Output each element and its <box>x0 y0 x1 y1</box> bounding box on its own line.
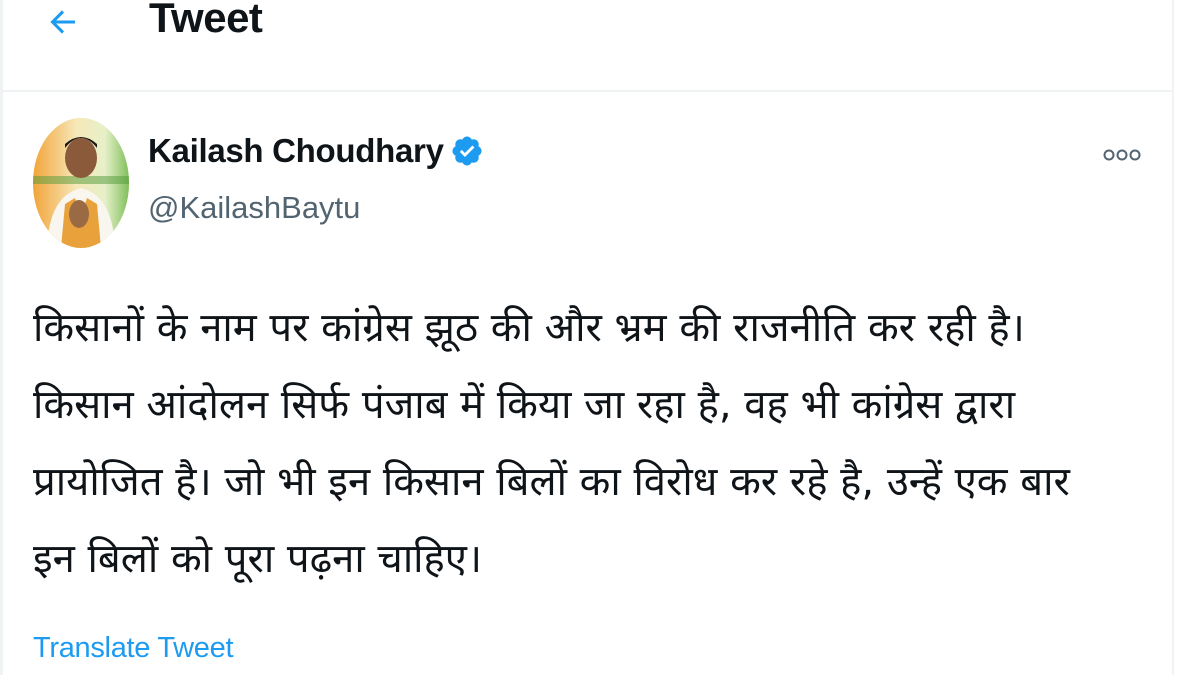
verified-badge-icon <box>452 136 482 166</box>
profile-photo <box>33 118 129 248</box>
tweet-text: किसानों के नाम पर कांग्रेस झूठ की और भ्र… <box>33 305 1070 582</box>
avatar[interactable] <box>33 118 129 248</box>
translate-tweet-link[interactable]: Translate Tweet <box>33 632 234 665</box>
page-header: Tweet <box>3 0 1172 92</box>
page-title: Tweet <box>149 0 263 41</box>
author-name-text: Kailash Choudhary <box>148 132 444 169</box>
arrow-left-icon <box>50 10 75 34</box>
more-options-button[interactable] <box>1098 138 1146 172</box>
author-handle[interactable]: @KailashBaytu <box>148 190 360 226</box>
column-border-left <box>0 0 3 675</box>
column-border-right <box>1172 0 1174 675</box>
back-button[interactable] <box>33 0 93 44</box>
more-options-icon <box>1103 149 1141 161</box>
author-name[interactable]: Kailash Choudhary <box>148 132 484 170</box>
tweet-page: Tweet Kailash Choudhary @KailashBaytu कि… <box>0 0 1200 675</box>
